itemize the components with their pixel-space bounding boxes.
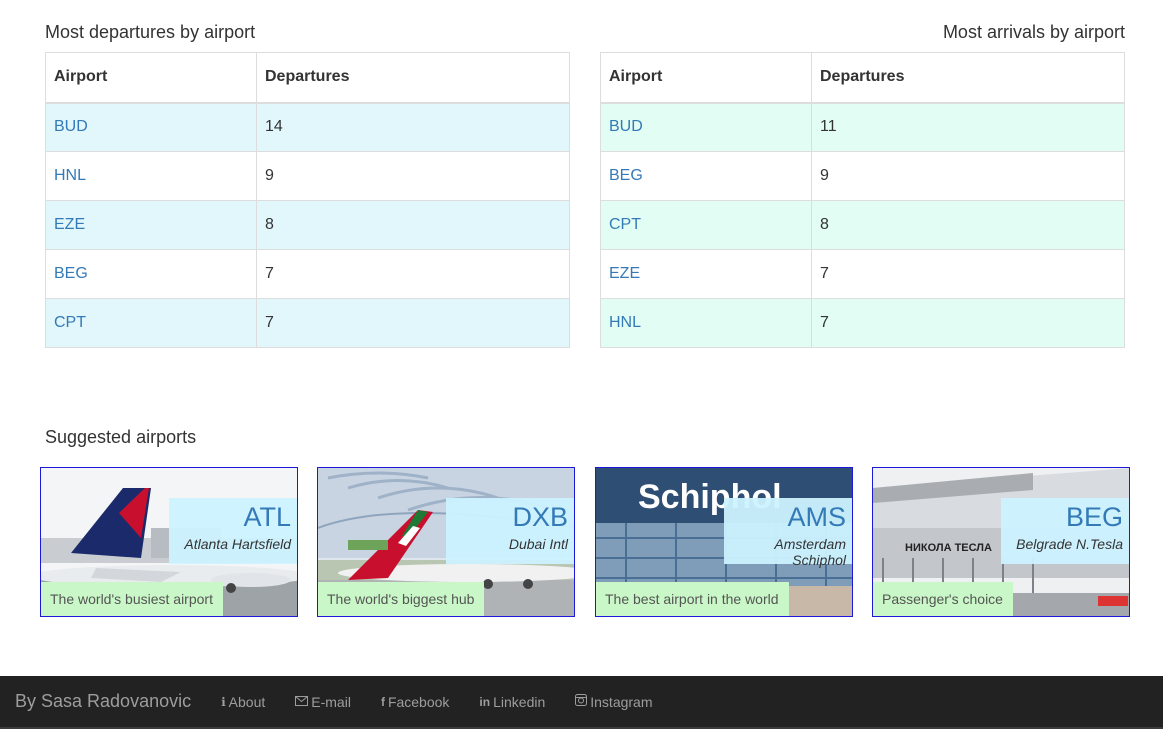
departures-table: Airport Departures BUD 14 HNL 9 EZE 8 BE… [45, 52, 570, 348]
column-header-airport: Airport [45, 52, 257, 104]
arrival-count: 11 [811, 102, 1125, 152]
airport-link[interactable]: EZE [609, 265, 640, 282]
footer-link-label: E-mail [311, 693, 351, 710]
airport-link[interactable]: HNL [54, 167, 86, 184]
departure-count: 9 [256, 151, 570, 201]
arrival-count: 8 [811, 200, 1125, 250]
table-row: BEG 7 [45, 249, 570, 299]
table-row: HNL 9 [45, 151, 570, 201]
footer-link-label: About [228, 693, 266, 710]
airport-card-beg[interactable]: НИКОЛА ТЕСЛА BEG Belgrade N.Tesla Passen… [872, 467, 1130, 617]
airport-tagline: The best airport in the world [596, 582, 789, 616]
airport-link[interactable]: CPT [609, 216, 641, 233]
airport-code: DXB [512, 502, 568, 532]
table-row: EZE 7 [600, 249, 1125, 299]
envelope-icon [295, 695, 309, 709]
facebook-icon: f [380, 694, 385, 709]
airport-link[interactable]: BEG [54, 265, 88, 282]
table-row: HNL 7 [600, 298, 1125, 348]
airport-code: BEG [1065, 502, 1123, 532]
arrivals-table: Airport Departures BUD 11 BEG 9 CPT 8 EZ… [600, 52, 1125, 348]
airport-link[interactable]: BUD [609, 118, 643, 135]
airport-badge: BEG Belgrade N.Tesla [1001, 498, 1129, 564]
airport-link[interactable]: CPT [54, 314, 86, 331]
airport-link[interactable]: BUD [54, 118, 88, 135]
airport-name: Dubai Intl [508, 536, 568, 552]
table-row: BUD 11 [600, 102, 1125, 152]
column-header-departures: Departures [256, 52, 570, 104]
table-row: BEG 9 [600, 151, 1125, 201]
departure-count: 7 [256, 298, 570, 348]
airport-name: Atlanta Hartsfield [184, 536, 291, 552]
airport-tagline: The world's biggest hub [318, 582, 485, 616]
arrival-count: 7 [811, 298, 1125, 348]
column-header-departures: Departures [811, 52, 1125, 104]
footer-link-about[interactable]: ℹ About [221, 694, 265, 710]
table-row: BUD 14 [45, 102, 570, 152]
linkedin-icon: in [479, 694, 491, 709]
departure-count: 7 [256, 249, 570, 299]
airport-card-dxb[interactable]: DXB Dubai Intl The world's biggest hub [317, 467, 575, 617]
arrivals-title: Most arrivals by airport [942, 22, 1125, 42]
footer-brand[interactable]: By Sasa Radovanovic [15, 691, 191, 712]
footer-link-facebook[interactable]: f Facebook [381, 694, 449, 710]
airport-code: AMS [787, 502, 846, 532]
airport-link[interactable]: BEG [609, 167, 643, 184]
airport-link[interactable]: EZE [54, 216, 85, 233]
footer-link-label: Facebook [387, 693, 450, 710]
table-header-row: Airport Departures [600, 52, 1125, 104]
airport-link[interactable]: HNL [609, 314, 641, 331]
airport-badge: DXB Dubai Intl [446, 498, 574, 564]
info-icon: ℹ [221, 694, 226, 709]
table-row: CPT 8 [600, 200, 1125, 250]
airport-card-atl[interactable]: ATL Atlanta Hartsfield The world's busie… [40, 467, 298, 617]
table-header-row: Airport Departures [45, 52, 570, 104]
departures-title: Most departures by airport [45, 22, 256, 42]
departure-count: 14 [256, 102, 570, 152]
airport-tagline: The world's busiest airport [41, 582, 223, 616]
footer-link-email[interactable]: E-mail [295, 694, 351, 710]
airport-name: Belgrade N.Tesla [1016, 536, 1123, 552]
instagram-icon [575, 694, 588, 709]
arrival-count: 7 [811, 249, 1125, 299]
arrival-count: 9 [811, 151, 1125, 201]
airport-card-ams[interactable]: Schiphol AMS Amsterdam Schiphol The best… [595, 467, 853, 617]
footer-navbar: By Sasa Radovanovic ℹ About E-mail f Fac… [0, 676, 1163, 729]
airport-code: ATL [243, 502, 291, 532]
airport-name: Amsterdam Schiphol [774, 536, 846, 568]
footer-link-label: Linkedin [493, 693, 546, 710]
table-row: CPT 7 [45, 298, 570, 348]
airport-badge: ATL Atlanta Hartsfield [169, 498, 297, 564]
belgrade-sign: НИКОЛА ТЕСЛА [905, 542, 992, 554]
departure-count: 8 [256, 200, 570, 250]
column-header-airport: Airport [600, 52, 812, 104]
table-row: EZE 8 [45, 200, 570, 250]
footer-link-instagram[interactable]: Instagram [575, 693, 653, 710]
suggested-airports-title: Suggested airports [45, 427, 197, 447]
airport-tagline: Passenger's choice [873, 582, 1013, 616]
airport-badge: AMS Amsterdam Schiphol [724, 498, 852, 568]
footer-link-linkedin[interactable]: in Linkedin [479, 694, 545, 710]
footer-link-label: Instagram [590, 693, 653, 710]
